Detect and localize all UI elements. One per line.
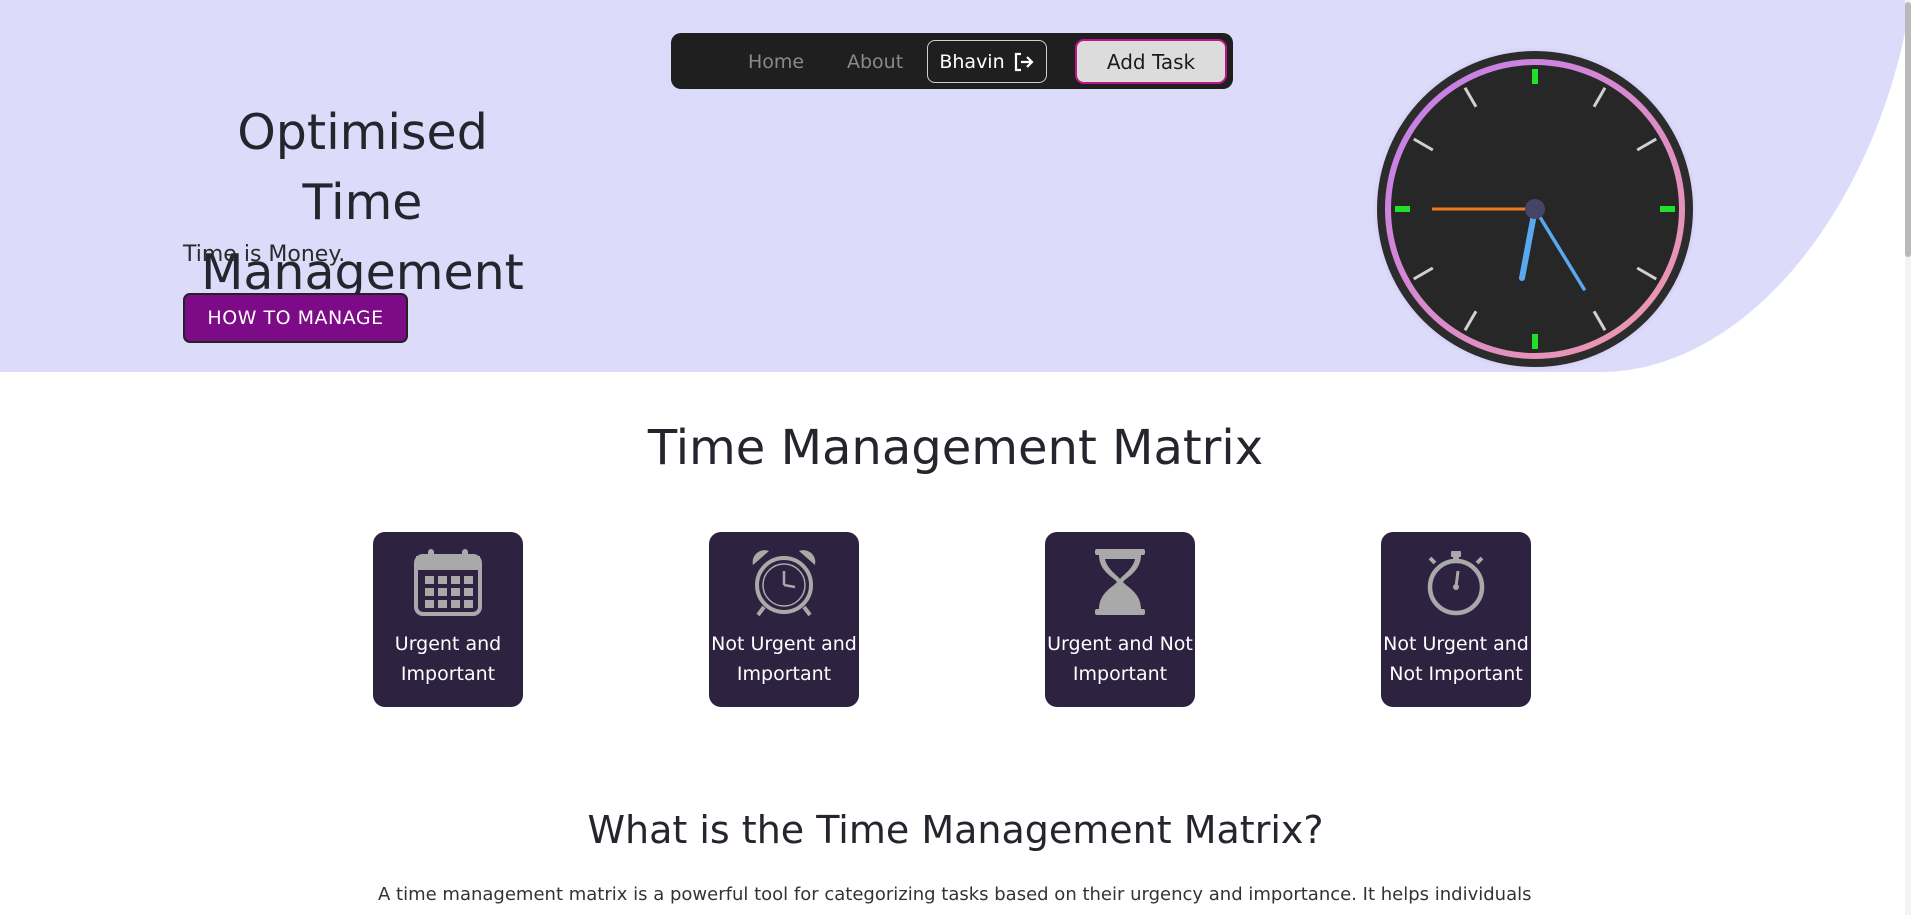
analog-clock: [1372, 46, 1698, 372]
matrix-title: Time Management Matrix: [647, 420, 1264, 476]
scrollbar-thumb[interactable]: [1905, 2, 1911, 257]
user-logout-button[interactable]: Bhavin: [927, 40, 1047, 83]
hourglass-icon: [1095, 549, 1145, 615]
hero-title: Optimised Time Management: [201, 104, 524, 301]
page-scrollbar[interactable]: [1905, 0, 1911, 915]
nav-home-link[interactable]: Home: [748, 51, 804, 73]
card-label: Urgent and Important: [394, 633, 502, 685]
navbar: Home About Bhavin Add Task: [671, 33, 1233, 89]
matrix-card-not-urgent-important[interactable]: Not Urgent and Important: [709, 532, 859, 707]
hero-section: Home About Bhavin Add Task Optimised Tim…: [0, 0, 1911, 372]
matrix-description: A time management matrix is a powerful t…: [378, 884, 1532, 905]
nav-about-link[interactable]: About: [847, 51, 903, 73]
matrix-card-urgent-not-important[interactable]: Urgent and Not Important: [1045, 532, 1195, 707]
card-label: Not Urgent and Important: [711, 633, 857, 685]
matrix-card-not-urgent-not-important[interactable]: Not Urgent and Not Important: [1381, 532, 1531, 707]
logout-icon: [1014, 52, 1034, 71]
alarm-clock-icon: [752, 550, 816, 617]
card-label: Urgent and Not Important: [1047, 633, 1193, 685]
matrix-card-urgent-important[interactable]: Urgent and Important: [373, 532, 523, 707]
add-task-button[interactable]: Add Task: [1075, 39, 1227, 84]
card-label: Not Urgent and Not Important: [1383, 633, 1529, 685]
calendar-icon: [414, 549, 482, 616]
what-is-matrix-title: What is the Time Management Matrix?: [587, 808, 1324, 852]
how-to-manage-button[interactable]: HOW TO MANAGE: [183, 293, 408, 343]
hero-subtitle: Time is Money.: [183, 242, 346, 267]
user-name: Bhavin: [939, 50, 1005, 73]
stopwatch-icon: [1427, 551, 1485, 616]
